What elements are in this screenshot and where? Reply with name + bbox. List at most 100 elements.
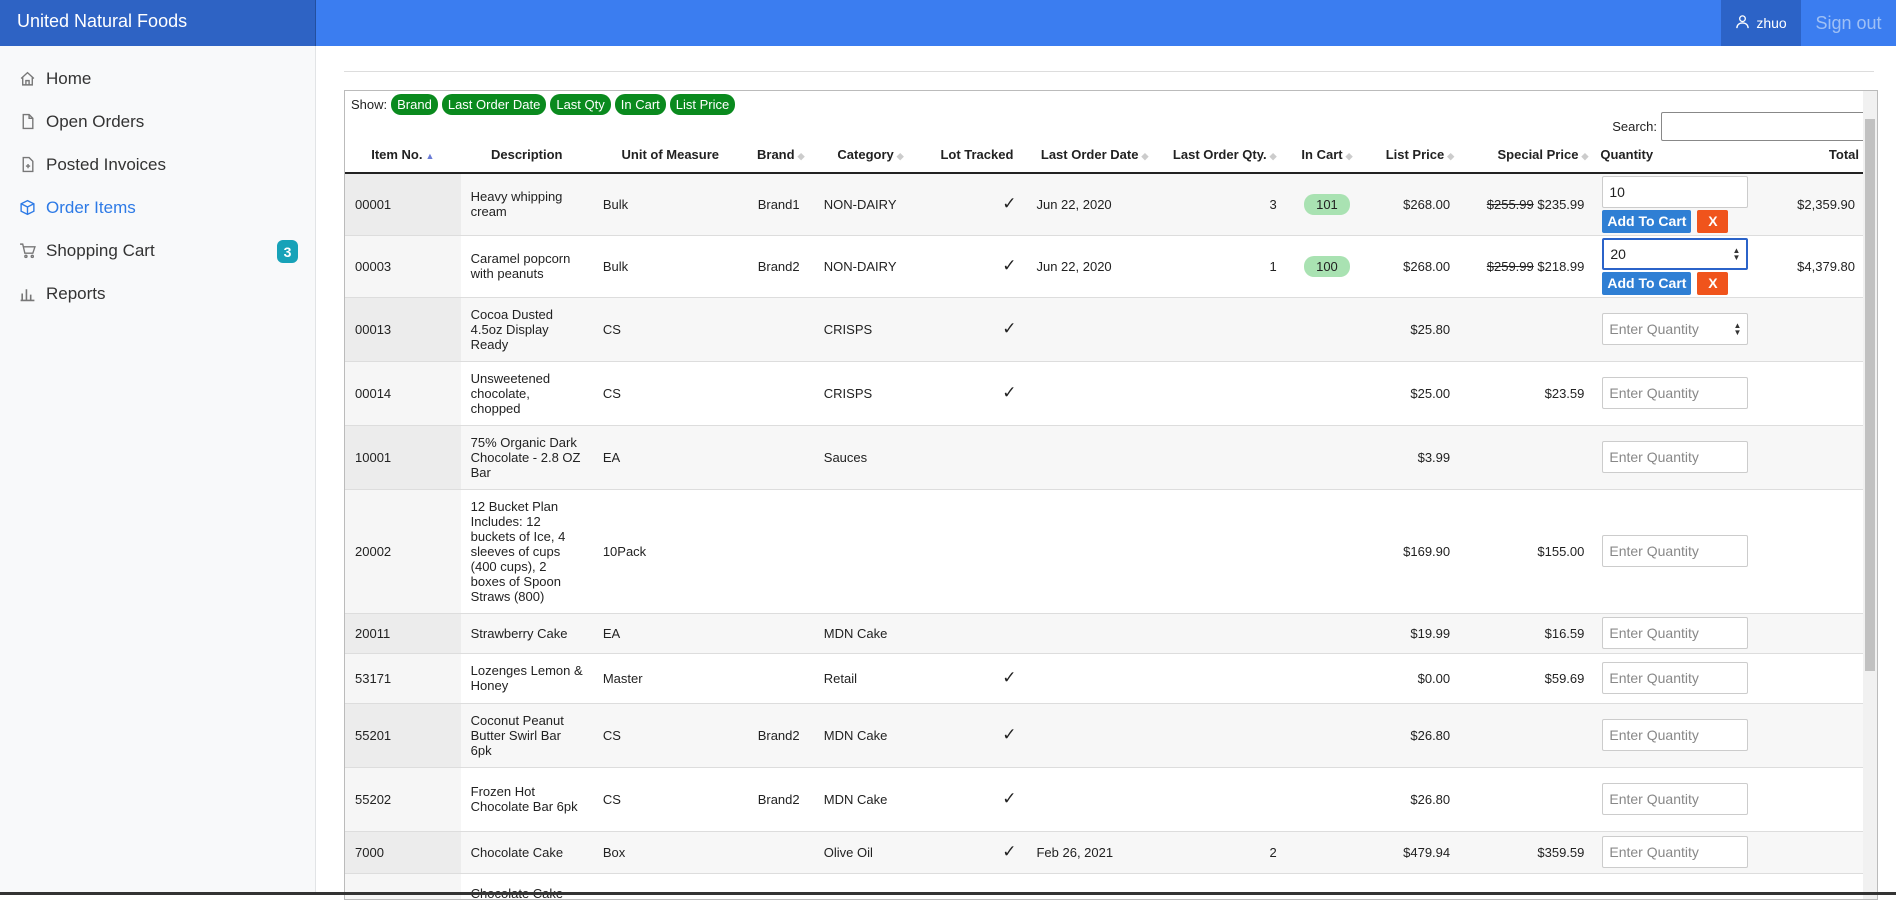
category: CRISPS	[813, 296, 928, 361]
add-to-cart-button[interactable]: Add To Cart	[1602, 209, 1692, 233]
user-menu-button[interactable]: zhuo	[1721, 0, 1801, 46]
sidebar-item-order-items[interactable]: Order Items	[0, 186, 315, 229]
spinner-icon[interactable]: ▲ ▼	[1732, 246, 1740, 261]
sidebar-item-shopping-cart[interactable]: Shopping Cart 3	[0, 229, 315, 272]
col-quantity[interactable]: Quantity	[1594, 137, 1762, 174]
item-no: 00003	[345, 234, 461, 297]
quantity-input[interactable]: Enter Quantity	[1602, 377, 1749, 409]
special-price: $155.00	[1460, 488, 1595, 613]
last-order-qty: 1	[1162, 234, 1287, 297]
special-price: $259.99 $218.99	[1460, 234, 1595, 297]
sidebar-item-label: Posted Invoices	[46, 154, 167, 174]
table-row: 00001 Heavy whipping cream Bulk Brand1 NON-D…	[345, 172, 1865, 235]
document-icon	[18, 113, 36, 131]
line-total: $4,379.80	[1761, 234, 1865, 297]
special-price	[1460, 872, 1595, 899]
category: Olive Oil	[813, 830, 928, 873]
item-description: Unsweetened chocolate, chopped	[460, 360, 593, 425]
sidebar-item-posted-invoices[interactable]: Posted Invoices	[0, 143, 315, 186]
filter-list-price[interactable]: List Price	[669, 94, 736, 115]
list-price: $19.99	[1367, 612, 1461, 653]
remove-button[interactable]: X	[1697, 209, 1729, 233]
list-price: $169.90	[1367, 488, 1461, 613]
brand	[747, 296, 814, 361]
add-to-cart-button[interactable]: Add To Cart	[1602, 271, 1692, 295]
line-total	[1761, 702, 1865, 767]
sign-out-link[interactable]: Sign out	[1801, 0, 1896, 46]
col-description[interactable]: Description	[460, 137, 593, 174]
quantity-input[interactable]: Enter Quantity	[1602, 617, 1749, 649]
remove-button[interactable]: X	[1697, 271, 1729, 295]
item-no: 00014	[345, 360, 461, 425]
table-row: 53171 Lozenges Lemon & Honey Master Retail ✓…	[345, 652, 1865, 703]
sidebar-item-label: Order Items	[46, 197, 136, 217]
chart-icon	[18, 285, 36, 303]
filter-in-cart[interactable]: In Cart	[614, 94, 666, 115]
filter-last-order-date[interactable]: Last Order Date	[441, 94, 547, 115]
item-no: 55202	[345, 766, 461, 831]
app-title[interactable]: United Natural Foods	[0, 0, 316, 46]
col-last-order-date[interactable]: Last Order Date ◆	[1026, 137, 1163, 174]
col-last-order-qty[interactable]: Last Order Qty. ◆	[1162, 137, 1287, 174]
category: NON-DAIRY	[813, 172, 928, 235]
quantity-input[interactable]: 10	[1602, 175, 1749, 208]
scrollbar-thumb[interactable]	[1865, 119, 1875, 671]
old-price: $255.99	[1486, 196, 1534, 212]
lot-tracked-check-icon: ✓	[927, 172, 1027, 235]
quantity-input[interactable]: Enter Quantity	[1602, 783, 1749, 815]
col-category[interactable]: Category ◆	[813, 137, 928, 174]
col-total[interactable]: Total	[1761, 137, 1865, 174]
line-total	[1761, 360, 1865, 425]
col-brand[interactable]: Brand ◆	[747, 137, 814, 174]
special-price: $16.59	[1460, 612, 1595, 653]
unit-of-measure: EA	[592, 612, 748, 653]
unit-of-measure: Bulk	[592, 172, 748, 235]
lot-tracked-check-icon	[927, 612, 1027, 653]
unit-of-measure: CS	[592, 702, 748, 767]
table-row: Chocolate Cake	[345, 872, 1865, 899]
filter-brand[interactable]: Brand	[391, 94, 438, 115]
col-unit-of-measure[interactable]: Unit of Measure	[592, 137, 748, 174]
col-item-no[interactable]: Item No. ▲	[345, 137, 461, 174]
category: MDN Cake	[813, 702, 928, 767]
col-lot-tracked[interactable]: Lot Tracked	[927, 137, 1027, 174]
spinner-icon[interactable]: ▲ ▼	[1733, 322, 1741, 337]
category: Retail	[813, 652, 928, 703]
sidebar-item-reports[interactable]: Reports	[0, 272, 315, 315]
quantity-input[interactable]: Enter Quantity	[1602, 836, 1749, 868]
col-special-price[interactable]: Special Price ◆	[1460, 137, 1595, 174]
sidebar-item-open-orders[interactable]: Open Orders	[0, 100, 315, 143]
quantity-input[interactable]: 20 ▲ ▼	[1602, 237, 1749, 270]
brand	[747, 488, 814, 613]
sidebar-item-home[interactable]: Home	[0, 57, 315, 100]
table-row: 7000 Chocolate Cake Box Olive Oil ✓ Feb 26, 2…	[345, 830, 1865, 873]
in-cart	[1286, 766, 1368, 831]
quantity-input[interactable]: Enter Quantity	[1602, 441, 1749, 473]
quantity-input[interactable]: Enter Quantity ▲ ▼	[1602, 313, 1749, 345]
item-no: 00013	[345, 296, 461, 361]
col-list-price[interactable]: List Price ◆	[1367, 137, 1461, 174]
brand: Brand2	[747, 702, 814, 767]
table-row: 55202 Frozen Hot Chocolate Bar 6pk CS Brand…	[345, 766, 1865, 831]
unit-of-measure	[592, 872, 748, 899]
vertical-scrollbar[interactable]	[1863, 91, 1877, 899]
lot-tracked-check-icon: ✓	[927, 766, 1027, 831]
lot-tracked-check-icon: ✓	[927, 652, 1027, 703]
list-price	[1367, 872, 1461, 899]
quantity-input[interactable]: Enter Quantity	[1602, 662, 1749, 694]
item-no: 20002	[345, 488, 461, 613]
list-price: $25.00	[1367, 360, 1461, 425]
sidebar: Home Open Orders Posted Invoices Order I…	[0, 46, 316, 895]
quantity-input[interactable]: Enter Quantity	[1602, 719, 1749, 751]
last-order-qty	[1162, 702, 1287, 767]
brand: Brand2	[747, 234, 814, 297]
list-price: $25.80	[1367, 296, 1461, 361]
filter-last-qty[interactable]: Last Qty	[550, 94, 611, 115]
table-header-row: Item No. ▲ Description Unit of Measure Br…	[345, 137, 1865, 174]
unit-of-measure: CS	[592, 360, 748, 425]
in-cart	[1286, 612, 1368, 653]
quantity-input[interactable]: Enter Quantity	[1602, 535, 1749, 567]
col-in-cart[interactable]: In Cart ◆	[1286, 137, 1368, 174]
in-cart	[1286, 872, 1368, 899]
last-order-date	[1026, 652, 1163, 703]
